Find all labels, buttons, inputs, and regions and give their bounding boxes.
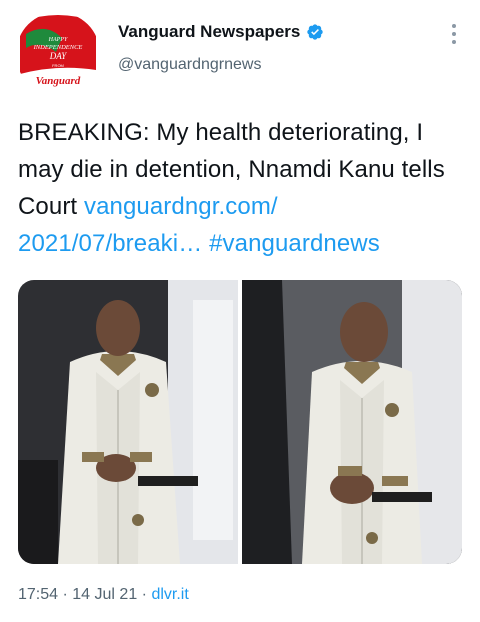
meta-separator: · — [62, 586, 73, 603]
verified-badge-icon — [306, 23, 324, 41]
avatar-text-brand: Vanguard — [36, 75, 81, 87]
tweet-date[interactable]: 14 Jul 21 — [72, 586, 137, 603]
display-name-row[interactable]: Vanguard Newspapers — [118, 22, 324, 42]
avatar[interactable]: HAPPY INDEPENDENCE DAY FROM Vanguard — [16, 12, 100, 96]
tweet-source[interactable]: dlvr.it — [151, 586, 188, 603]
tweet-photo-right[interactable] — [242, 280, 462, 564]
avatar-text-day: DAY — [49, 51, 68, 61]
account-info: Vanguard Newspapers @vanguardngrnews — [118, 22, 324, 74]
tweet-time[interactable]: 17:54 — [18, 586, 58, 603]
meta-separator: · — [141, 586, 152, 603]
more-options-icon[interactable] — [452, 24, 458, 46]
display-name[interactable]: Vanguard Newspapers — [118, 22, 300, 42]
tweet-hashtag[interactable]: #vanguardnews — [209, 230, 380, 257]
tweet-photo-left[interactable] — [18, 280, 238, 564]
account-handle[interactable]: @vanguardngrnews — [118, 56, 324, 74]
avatar-text-independence: INDEPENDENCE — [33, 44, 83, 51]
tweet-meta: 17:54 · 14 Jul 21 · dlvr.it — [18, 586, 189, 604]
tweet-media[interactable] — [18, 280, 462, 564]
vanguard-avatar-logo: HAPPY INDEPENDENCE DAY FROM Vanguard — [16, 12, 100, 96]
tweet-text: BREAKING: My health deteriorating, I may… — [18, 114, 464, 262]
avatar-text-from: FROM — [52, 63, 64, 68]
avatar-text-happy: HAPPY — [48, 37, 68, 43]
